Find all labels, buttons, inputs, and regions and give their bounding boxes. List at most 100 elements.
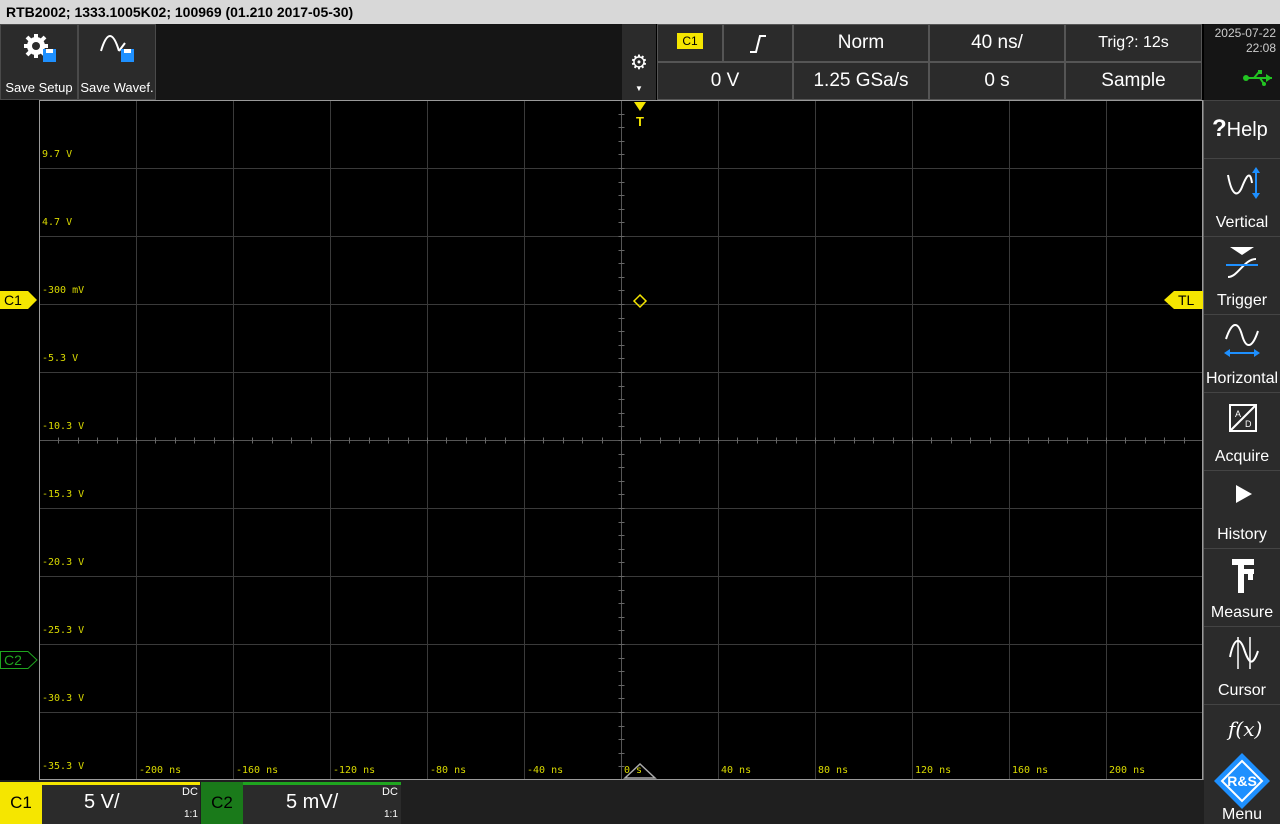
ch2-label: C2: [201, 782, 243, 824]
trigger-level-marker[interactable]: TL: [1164, 291, 1204, 309]
x-axis-label: 40 ns: [721, 765, 752, 776]
y-axis-label: 9.7 V: [42, 149, 73, 160]
time-zero-marker: [623, 762, 657, 779]
ch1-probe: 1:1: [184, 809, 198, 820]
ch1-coupling: DC: [182, 786, 198, 798]
acquisition-mode-cell[interactable]: Sample: [1065, 62, 1202, 100]
y-axis-label: -35.3 V: [42, 761, 85, 772]
svg-text:D: D: [1245, 419, 1252, 429]
help-label: Help: [1226, 119, 1268, 141]
trigger-icon: [1226, 247, 1258, 278]
question-icon: ?: [1212, 115, 1227, 142]
save-waveform-label: Save Wavef.: [80, 80, 154, 95]
x-axis-label: -80 ns: [430, 765, 467, 776]
toolbar-empty: [156, 24, 622, 100]
caliper-icon: [1232, 559, 1254, 593]
y-axis-label: 4.7 V: [42, 217, 73, 228]
menu-label: Menu: [1221, 806, 1263, 823]
help-text: ?Help: [1212, 115, 1268, 143]
fx-icon: f(x): [1228, 717, 1263, 741]
cursor-button[interactable]: Cursor: [1204, 626, 1280, 704]
acquire-button[interactable]: A D Acquire: [1204, 392, 1280, 470]
x-axis-label: 160 ns: [1012, 765, 1049, 776]
save-setup-button[interactable]: Save Setup: [0, 24, 78, 100]
waveform-grid[interactable]: 9.7 V 4.7 V -300 mV -5.3 V -10.3 V -15.3 V -20…: [39, 100, 1203, 780]
menu-button[interactable]: f(x) R&S Menu: [1204, 704, 1280, 824]
trigger-source-badge: C1: [677, 33, 703, 49]
trigger-point-icon: [632, 293, 648, 309]
y-axis-label: -10.3 V: [42, 421, 85, 432]
x-axis-label: -40 ns: [527, 765, 564, 776]
cursor-icon: [1229, 637, 1259, 669]
gear-save-icon: [24, 34, 56, 62]
vertical-button[interactable]: Vertical: [1204, 158, 1280, 236]
svg-text:A: A: [1235, 409, 1241, 419]
ch1-scale: 5 V/: [84, 791, 120, 813]
y-axis-label: -5.3 V: [42, 353, 79, 364]
x-axis-label: -200 ns: [139, 765, 182, 776]
timebase-cell[interactable]: 40 ns/: [929, 24, 1065, 62]
save-waveform-button[interactable]: Save Wavef.: [78, 24, 156, 100]
ch2-probe: 1:1: [384, 809, 398, 820]
left-marker-strip: [0, 100, 39, 780]
ch2-marker-label: C2: [4, 652, 22, 668]
history-label: History: [1217, 526, 1267, 543]
trigger-label: Trigger: [1216, 292, 1268, 309]
y-axis-label: -20.3 V: [42, 557, 85, 568]
ch2-coupling: DC: [382, 786, 398, 798]
time-label: 22:08: [1245, 41, 1276, 55]
trigger-marker-label: T: [636, 114, 644, 127]
trigger-level-cell[interactable]: 0 V: [657, 62, 793, 100]
trigger-level-label: TL: [1178, 292, 1195, 308]
ch1-marker-label: C1: [4, 292, 22, 308]
rising-edge-icon: [750, 35, 766, 53]
measure-label: Measure: [1210, 604, 1274, 621]
play-icon: [1236, 485, 1252, 503]
sample-rate-cell: 1.25 GSa/s: [793, 62, 929, 100]
cursor-label: Cursor: [1217, 682, 1266, 699]
y-axis-label: -15.3 V: [42, 489, 85, 500]
horizontal-position-cell[interactable]: 0 s: [929, 62, 1065, 100]
x-axis-label: 120 ns: [915, 765, 952, 776]
settings-button[interactable]: ⚙ ▼: [622, 24, 656, 100]
chevron-down-icon: ▼: [635, 84, 643, 93]
trigger-status-cell: Trig?: 12s: [1065, 24, 1202, 62]
acquire-label: Acquire: [1214, 448, 1270, 465]
trigger-mode-cell[interactable]: Norm: [793, 24, 929, 62]
status-area: 2025-07-22 22:08: [1204, 24, 1280, 100]
horizontal-label: Horizontal: [1205, 370, 1279, 387]
help-button[interactable]: ?Help: [1204, 100, 1280, 158]
ch1-status[interactable]: C1 5 V/ DC 1:1: [0, 782, 200, 824]
grid-lines: [40, 101, 1202, 779]
ch2-level-marker[interactable]: C2: [0, 651, 38, 669]
date-label: 2025-07-22: [1214, 26, 1276, 40]
y-axis-label: -25.3 V: [42, 625, 85, 636]
x-axis-label: 80 ns: [818, 765, 849, 776]
trigger-slope-cell[interactable]: [723, 24, 793, 62]
ch1-level-marker[interactable]: C1: [0, 291, 38, 309]
rs-logo-icon: R&S: [1214, 753, 1270, 809]
trigger-button[interactable]: Trigger: [1204, 236, 1280, 314]
save-setup-label: Save Setup: [5, 80, 73, 95]
usb-icon: [1243, 70, 1272, 86]
x-axis-label: 200 ns: [1109, 765, 1146, 776]
ch2-status[interactable]: C2 5 mV/ DC 1:1: [201, 782, 401, 824]
history-button[interactable]: History: [1204, 470, 1280, 548]
ch1-label: C1: [0, 782, 42, 824]
vertical-label: Vertical: [1215, 214, 1269, 231]
horizontal-icon: [1224, 324, 1260, 357]
acquire-icon: A D: [1229, 404, 1257, 432]
trigger-source-cell[interactable]: C1: [657, 24, 723, 62]
gear-icon: ⚙: [630, 52, 648, 74]
y-axis-label: -300 mV: [42, 285, 85, 296]
window-title: RTB2002; 1333.1005K02; 100969 (01.210 20…: [0, 0, 1280, 24]
x-axis-label: -160 ns: [236, 765, 279, 776]
vertical-icon: [1227, 167, 1260, 199]
trigger-position-marker[interactable]: T: [632, 101, 648, 127]
wave-save-icon: [100, 35, 134, 62]
horizontal-button[interactable]: Horizontal: [1204, 314, 1280, 392]
y-axis-label: -30.3 V: [42, 693, 85, 704]
svg-text:R&S: R&S: [1227, 773, 1257, 789]
measure-button[interactable]: Measure: [1204, 548, 1280, 626]
ch2-scale: 5 mV/: [286, 791, 339, 813]
